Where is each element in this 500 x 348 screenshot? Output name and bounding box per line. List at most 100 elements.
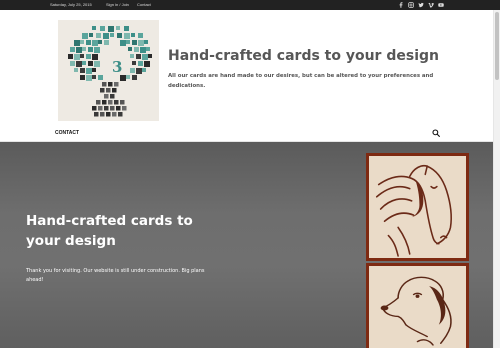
logo-mosaic-tile <box>94 61 100 67</box>
logo-mosaic-tile <box>100 26 105 31</box>
logo-mosaic-tile <box>82 47 86 51</box>
logo-mosaic-tile <box>92 26 96 30</box>
logo-mosaic-tile <box>74 68 78 72</box>
logo-mosaic-tile <box>108 100 113 105</box>
logo-mosaic-tile <box>138 61 143 66</box>
page-scrollbar[interactable] <box>493 10 500 348</box>
logo-mosaic-tile <box>140 47 146 53</box>
logo-mosaic-tile <box>86 75 92 81</box>
logo-mosaic-tile <box>100 112 105 117</box>
logo-mosaic-tile <box>94 112 99 117</box>
logo-mosaic-tile <box>76 47 82 53</box>
horse-card-image <box>366 153 469 261</box>
twitter-icon[interactable] <box>418 2 424 8</box>
logo-mosaic-tile <box>68 54 73 59</box>
logo-mosaic-tile <box>94 47 100 53</box>
logo-mosaic-tile <box>130 68 135 73</box>
logo-mosaic-tile <box>92 40 98 46</box>
logo-mosaic-tile <box>103 33 109 39</box>
sign-in-link[interactable]: Sign in / Join <box>106 2 129 7</box>
logo-mosaic-tile <box>102 82 107 87</box>
logo-mosaic-tile <box>110 94 115 99</box>
logo-mosaic-tile <box>106 112 111 117</box>
logo-mosaic-tile <box>70 47 75 52</box>
logo-mosaic-tile <box>104 106 109 111</box>
logo-mosaic-tile <box>98 75 103 80</box>
site-title[interactable]: Hand-crafted cards to your design <box>168 48 439 64</box>
logo-mosaic-tile <box>74 54 80 60</box>
hero-text: Thank you for visiting. Our website is s… <box>26 268 205 283</box>
logo-mosaic-tile <box>88 47 93 52</box>
logo-mosaic-tile <box>131 33 135 37</box>
logo-mosaic-tile <box>74 40 80 46</box>
site-logo[interactable]: 3 <box>58 20 159 121</box>
logo-mosaic-tile <box>116 26 120 30</box>
logo-mosaic-tile <box>80 75 85 80</box>
logo-mosaic-tile <box>104 40 109 45</box>
logo-mosaic-tile <box>132 75 137 80</box>
instagram-icon[interactable] <box>408 2 414 8</box>
dog-card-image <box>366 263 469 348</box>
logo-mosaic-tile <box>86 54 91 59</box>
logo-mosaic-tile <box>128 47 132 51</box>
logo-mosaic-tile <box>136 68 142 74</box>
logo-mosaic-tile <box>92 54 98 60</box>
logo-mosaic-tile <box>106 88 111 93</box>
logo-mosaic-tile <box>80 68 85 73</box>
logo-tree-graphic: 3 <box>68 26 152 117</box>
logo-mosaic-tile <box>117 33 122 38</box>
logo-mosaic-tile <box>122 106 127 111</box>
logo-mosaic-tile <box>110 33 114 37</box>
logo-mosaic-tile <box>92 75 96 79</box>
logo-mosaic-tile <box>148 54 152 58</box>
logo-mosaic-tile <box>82 33 88 39</box>
logo-mosaic-tile <box>112 112 117 117</box>
logo-mosaic-tile <box>142 68 146 72</box>
logo-mosaic-tile <box>126 75 130 79</box>
logo-mosaic-tile <box>134 47 139 52</box>
contact-top-link[interactable]: Contact <box>137 2 151 7</box>
site-description: All our cards are hand made to our desir… <box>168 73 434 89</box>
vimeo-icon[interactable] <box>428 2 434 8</box>
logo-mosaic-tile <box>92 68 96 72</box>
logo-mosaic-tile <box>104 94 109 99</box>
logo-mosaic-tile <box>70 61 75 66</box>
logo-mosaic-tile <box>108 82 113 87</box>
logo-mosaic-tile <box>118 112 123 117</box>
logo-mosaic-tile <box>80 40 84 44</box>
logo-mosaic-tile <box>92 106 97 111</box>
logo-mosaic-tile <box>124 33 130 39</box>
logo-mosaic-tile <box>86 40 91 45</box>
logo-number: 3 <box>112 58 122 76</box>
logo-mosaic-tile <box>114 82 119 87</box>
logo-mosaic-tile <box>98 106 103 111</box>
logo-mosaic-tile <box>88 61 93 66</box>
youtube-icon[interactable] <box>438 2 444 8</box>
scrollbar-thumb[interactable] <box>495 12 499 80</box>
logo-mosaic-tile <box>112 88 117 93</box>
search-icon[interactable] <box>432 129 440 137</box>
logo-mosaic-tile <box>136 54 141 59</box>
logo-mosaic-tile <box>80 54 84 58</box>
logo-mosaic-tile <box>96 33 101 38</box>
logo-mosaic-tile <box>96 100 101 105</box>
logo-mosaic-tile <box>86 68 92 74</box>
logo-mosaic-tile <box>138 40 144 46</box>
logo-mosaic-tile <box>120 40 126 46</box>
logo-mosaic-tile <box>89 33 93 37</box>
menu-item-contact[interactable]: CONTACT <box>55 130 79 136</box>
logo-mosaic-tile <box>76 61 82 67</box>
logo-mosaic-tile <box>124 26 129 31</box>
logo-mosaic-tile <box>132 40 137 45</box>
logo-mosaic-tile <box>98 40 102 44</box>
hero-section: Hand-crafted cards to your design Thank … <box>0 142 493 348</box>
logo-mosaic-tile <box>146 47 150 51</box>
logo-mosaic-tile <box>144 61 150 67</box>
logo-mosaic-tile <box>110 106 115 111</box>
facebook-icon[interactable] <box>398 2 404 8</box>
logo-mosaic-tile <box>130 54 134 58</box>
logo-mosaic-tile <box>114 100 119 105</box>
logo-mosaic-tile <box>100 88 105 93</box>
logo-mosaic-tile <box>132 61 136 65</box>
current-date: Saturday, July 25, 2015 <box>50 2 92 7</box>
